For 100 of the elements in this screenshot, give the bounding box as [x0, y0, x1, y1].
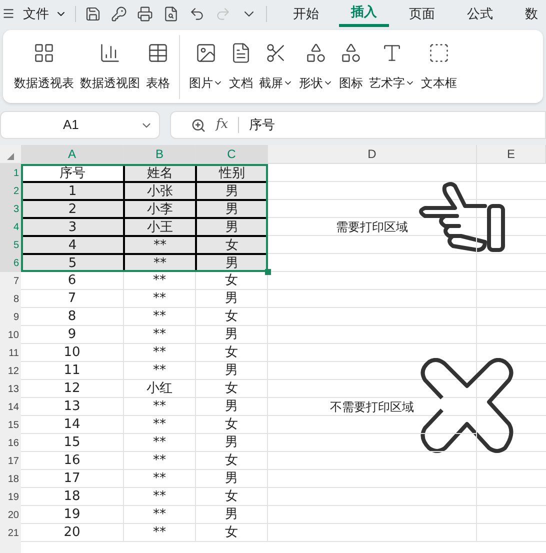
table-cell: 18 — [21, 488, 124, 506]
ribbon-button[interactable]: 截屏 — [259, 74, 293, 92]
row-header[interactable]: 21 — [0, 524, 21, 542]
ribbon-tab[interactable]: 插入 — [339, 0, 389, 27]
document-icon[interactable] — [230, 42, 252, 64]
print-icon[interactable] — [137, 6, 153, 22]
picture-icon[interactable] — [195, 42, 217, 64]
table-cell: 小李 — [124, 200, 196, 218]
formula-field[interactable]: 序号 — [249, 115, 276, 135]
table-cell: 8 — [21, 308, 124, 326]
table-cell: 10 — [21, 344, 124, 362]
table-cell: 4 — [21, 236, 124, 254]
table-cell: 小红 — [124, 380, 196, 398]
ribbon-button[interactable]: 文档 — [229, 74, 253, 92]
table-cell: ** — [124, 398, 196, 416]
table-cell: ** — [124, 434, 196, 452]
table-cell: 20 — [21, 524, 124, 542]
save-icon[interactable] — [85, 6, 101, 22]
table-cell: ** — [124, 488, 196, 506]
table-cell: 女 — [196, 416, 268, 434]
table-cell: 女 — [196, 236, 268, 254]
row-header[interactable]: 10 — [0, 326, 21, 344]
file-menu[interactable]: 文件 — [23, 4, 67, 24]
name-box[interactable]: A1 — [0, 111, 160, 139]
ribbon-tab[interactable]: 数 — [513, 0, 546, 27]
zoom-icon[interactable] — [191, 118, 206, 132]
table-cell: 小王 — [124, 218, 196, 236]
row-header[interactable]: 8 — [0, 290, 21, 308]
ribbon-button[interactable]: 表格 — [146, 74, 170, 92]
table-cell: ** — [124, 470, 196, 488]
function-button[interactable]: fx — [216, 115, 228, 135]
table-cell: 男 — [196, 506, 268, 524]
table-cell: 13 — [21, 398, 124, 416]
table-cell: ** — [124, 308, 196, 326]
table-cell: 女 — [196, 344, 268, 362]
table-cell: 女 — [196, 380, 268, 398]
row-header[interactable]: 13 — [0, 380, 21, 398]
table-cell: ** — [124, 326, 196, 344]
ribbon-button[interactable]: 数据透视表 — [14, 74, 74, 92]
annotation-text: 需要打印区域 — [336, 218, 408, 236]
table-cell: 女 — [196, 452, 268, 470]
row-header[interactable]: 18 — [0, 470, 21, 488]
table-icon[interactable] — [147, 42, 169, 64]
row-header[interactable]: 19 — [0, 488, 21, 506]
ribbon-button[interactable]: 文本框 — [421, 74, 457, 92]
menu-icon[interactable] — [2, 7, 15, 20]
table-cell: 12 — [21, 380, 124, 398]
preview-icon[interactable] — [163, 6, 179, 22]
key-icon[interactable] — [111, 6, 127, 22]
ribbon-button[interactable]: 图片 — [189, 74, 223, 92]
table-cell: 男 — [196, 290, 268, 308]
row-header[interactable]: 12 — [0, 362, 21, 380]
table-cell: 6 — [21, 272, 124, 290]
fill-handle[interactable] — [265, 269, 271, 275]
ribbon-button[interactable]: 形状 — [299, 74, 333, 92]
row-header[interactable]: 9 — [0, 308, 21, 326]
table-cell: ** — [124, 524, 196, 542]
table-cell: 15 — [21, 434, 124, 452]
table-cell: 16 — [21, 452, 124, 470]
ribbon-tab[interactable]: 开始 — [281, 0, 331, 27]
table-cell: 2 — [21, 200, 124, 218]
table-cell: 19 — [21, 506, 124, 524]
table-cell: ** — [124, 362, 196, 380]
table-cell: 3 — [21, 218, 124, 236]
row-header[interactable]: 7 — [0, 272, 21, 290]
table-cell: 女 — [196, 308, 268, 326]
column-header[interactable]: D — [268, 145, 477, 163]
ribbon-button[interactable]: 图标 — [339, 74, 363, 92]
table-cell: ** — [124, 452, 196, 470]
table-cell: 女 — [196, 524, 268, 542]
annotation-text: 不需要打印区域 — [330, 398, 414, 416]
row-header[interactable]: 14 — [0, 398, 21, 416]
table-cell: 男 — [196, 470, 268, 488]
table-cell: 男 — [196, 326, 268, 344]
table-cell: ** — [124, 416, 196, 434]
table-cell: 9 — [21, 326, 124, 344]
table-cell: 14 — [21, 416, 124, 434]
ribbon-button[interactable]: 数据透视图 — [80, 74, 140, 92]
row-header[interactable]: 16 — [0, 434, 21, 452]
table-cell: 男 — [196, 362, 268, 380]
row-header[interactable]: 15 — [0, 416, 21, 434]
table-cell: 7 — [21, 290, 124, 308]
row-header[interactable]: 20 — [0, 506, 21, 524]
shapes-icon[interactable] — [305, 42, 327, 64]
table-cell: 女 — [196, 488, 268, 506]
row-header[interactable]: 11 — [0, 344, 21, 362]
select-all-icon[interactable] — [7, 153, 14, 160]
ribbon-tab[interactable]: 公式 — [455, 0, 505, 27]
table-cell: 男 — [196, 218, 268, 236]
table-cell: 男 — [196, 434, 268, 452]
table-cell: 男 — [196, 182, 268, 200]
table-cell: 男 — [196, 398, 268, 416]
ribbon-button[interactable]: 艺术字 — [369, 74, 415, 92]
ribbon-tab[interactable]: 页面 — [397, 0, 447, 27]
table-cell: 1 — [21, 182, 124, 200]
table-cell: ** — [124, 344, 196, 362]
undo-icon[interactable] — [189, 6, 205, 22]
table-cell: ** — [124, 236, 196, 254]
column-header[interactable]: E — [477, 145, 546, 163]
row-header[interactable]: 17 — [0, 452, 21, 470]
